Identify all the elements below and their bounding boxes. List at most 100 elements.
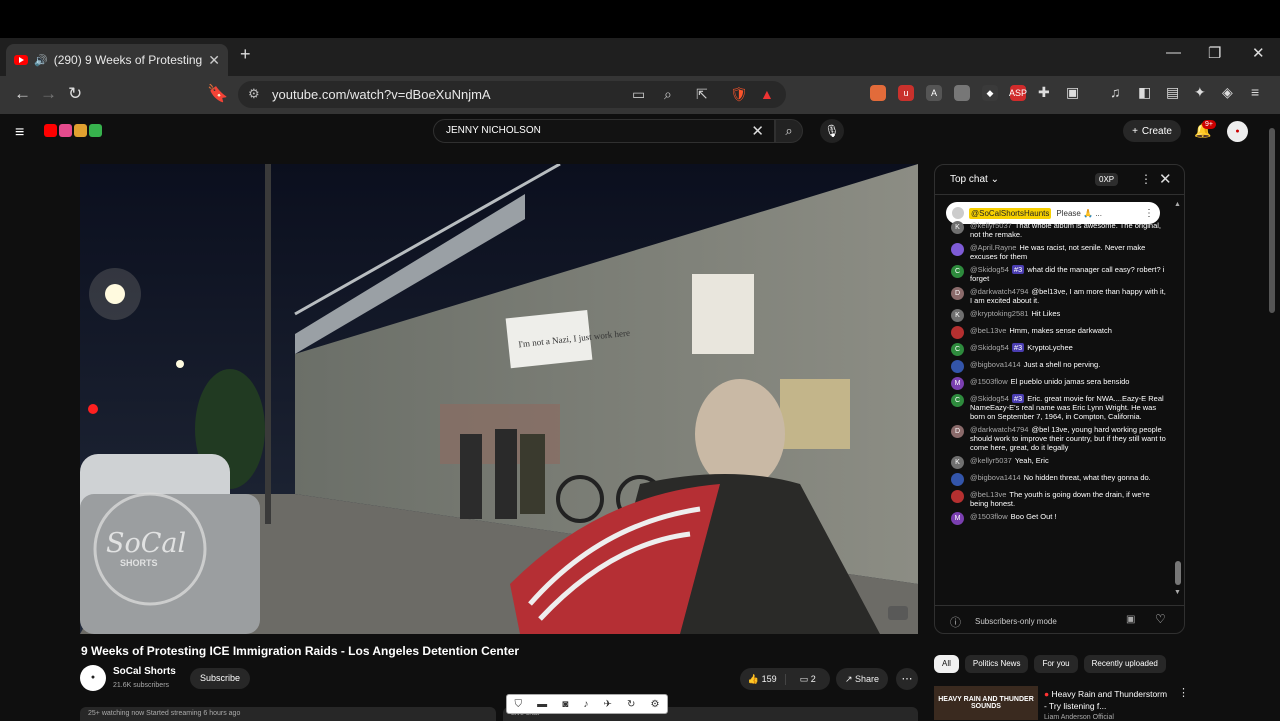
close-window-icon[interactable]: ✕ (1252, 44, 1265, 62)
site-info-icon[interactable]: ⚙ (248, 86, 260, 102)
minimize-icon[interactable]: — (1166, 44, 1181, 61)
guide-menu-icon[interactable]: ≡ (15, 124, 24, 142)
chat-username[interactable]: @1503flow (970, 512, 1008, 521)
chat-scrollbar[interactable]: ▲ ▼ (1174, 201, 1181, 601)
account-avatar[interactable]: ● (1227, 121, 1248, 142)
chat-avatar[interactable]: K (951, 456, 964, 469)
chat-message[interactable]: M @1503flow Boo Get Out ! (935, 510, 1177, 527)
restore-icon[interactable]: ❐ (1208, 44, 1221, 62)
menu-icon[interactable]: ≡ (1251, 84, 1259, 100)
chat-avatar[interactable]: K (951, 309, 964, 322)
forward-icon[interactable]: → (40, 84, 57, 104)
chat-username[interactable]: @kryptoking2581 (970, 309, 1028, 318)
chat-username[interactable]: @bigbova1414 (970, 473, 1021, 482)
chat-username[interactable]: @kellyr5037 (970, 456, 1012, 465)
wallet-icon[interactable]: ▤ (1166, 84, 1179, 101)
chat-message[interactable]: @beL13ve The youth is going down the drai… (935, 488, 1177, 510)
heart-icon[interactable]: ♡ (1155, 612, 1166, 626)
voice-search-button[interactable]: 🎙 (820, 119, 844, 143)
media-icon[interactable]: ♫ (1110, 84, 1121, 100)
ext-1-icon[interactable] (870, 85, 886, 101)
chat-message[interactable]: K @kryptoking2581 Hit Likes (935, 307, 1177, 324)
puzzle-icon[interactable]: ✚ (1038, 84, 1050, 101)
like-button[interactable]: 👍 159 (740, 673, 786, 685)
vpn-icon[interactable]: ◈ (1222, 84, 1233, 101)
xp-badge[interactable]: 0XP (1095, 173, 1119, 186)
chat-message[interactable]: K @kellyr5037 That whole album is awesome.… (935, 219, 1177, 241)
subscribe-button[interactable]: Subscribe (190, 668, 250, 689)
brave-shield-icon[interactable]: 🛡 (730, 86, 748, 103)
chat-username[interactable]: @April.Rayne (970, 243, 1016, 252)
chat-avatar[interactable]: M (951, 512, 964, 525)
ext-6-icon[interactable]: ASP (1009, 85, 1027, 101)
folder-icon[interactable]: ▬ (537, 699, 547, 710)
create-button[interactable]: + Create (1123, 120, 1181, 142)
share-page-icon[interactable]: ⇱ (696, 86, 708, 103)
chat-avatar[interactable] (951, 490, 964, 503)
more-actions-button[interactable]: ⋯ (896, 668, 918, 690)
audio-icon[interactable]: ♪ (583, 699, 588, 710)
chat-username[interactable]: @darkwatch4794 (970, 425, 1028, 434)
chat-avatar[interactable]: C (951, 394, 964, 407)
ext-3-icon[interactable]: A (926, 85, 942, 101)
chat-message[interactable]: @bigbova1414 No hidden threat, what they … (935, 471, 1177, 488)
sidebar-icon[interactable]: ◧ (1138, 84, 1151, 101)
chat-username[interactable]: @beL13ve (970, 490, 1006, 499)
chat-avatar[interactable]: C (951, 343, 964, 356)
chip-for-you[interactable]: For you (1034, 655, 1078, 673)
bookmark-icon[interactable]: 🔖 (207, 84, 228, 104)
chat-message[interactable]: C @Skidog54 #3 Eric. great movie for NWA...… (935, 392, 1177, 423)
clear-search-icon[interactable]: ✕ (751, 122, 764, 140)
new-tab-icon[interactable]: + (240, 44, 251, 65)
cast-icon[interactable]: ▭ (632, 86, 645, 103)
chat-username[interactable]: @Skidog54 (970, 265, 1009, 274)
chat-menu-icon[interactable]: ⋮ (1140, 172, 1152, 186)
ext-5-icon[interactable]: ◆ (982, 85, 998, 101)
chat-username[interactable]: @1503flow (970, 377, 1008, 386)
chip-all[interactable]: All (934, 655, 959, 673)
chat-message[interactable]: C @Skidog54 #3 KryptoLychee (935, 341, 1177, 358)
camera-icon[interactable]: ◙ (562, 699, 568, 710)
chat-username[interactable]: @beL13ve (970, 326, 1006, 335)
chat-username[interactable]: @Skidog54 (970, 343, 1009, 352)
chat-username[interactable]: @kellyr5037 (970, 221, 1012, 230)
recommended-thumbnail[interactable]: HEAVY RAIN AND THUNDER SOUNDS (934, 686, 1038, 720)
chat-message-list[interactable]: K @kellyr5037 That whole album is awesome.… (935, 219, 1177, 599)
tab-close-icon[interactable]: ✕ (208, 52, 220, 69)
chat-message[interactable]: D @darkwatch4794 @bel 13ve, young hard wor… (935, 423, 1177, 454)
chat-message[interactable]: @bigbova1414 Just a shell no perving. (935, 358, 1177, 375)
share-button[interactable]: ↗ Share (836, 668, 888, 690)
chat-avatar[interactable]: K (951, 221, 964, 234)
chat-message[interactable]: C @Skidog54 #3 what did the manager call ea… (935, 263, 1177, 285)
ext-4-icon[interactable] (954, 85, 970, 101)
chat-username[interactable]: @darkwatch4794 (970, 287, 1028, 296)
chip-politics-news[interactable]: Politics News (964, 655, 1029, 673)
screenshot-icon[interactable]: ▣ (1066, 84, 1079, 101)
chat-avatar[interactable] (951, 326, 964, 339)
chat-message[interactable]: M @1503flow El pueblo unido jamas sera ben… (935, 375, 1177, 392)
recommended-menu-icon[interactable]: ⋮ (1178, 686, 1189, 699)
chat-username[interactable]: @Skidog54 (970, 394, 1009, 403)
refresh-icon[interactable]: ↻ (627, 699, 635, 710)
channel-avatar[interactable]: ● (80, 665, 106, 691)
ext-2-icon[interactable]: u (898, 85, 914, 101)
chat-message[interactable]: D @darkwatch4794 @bel13ve, I am more than … (935, 285, 1177, 307)
brave-rewards-icon[interactable]: ▲ (760, 86, 774, 102)
back-icon[interactable]: ← (14, 84, 31, 104)
chat-avatar[interactable]: C (951, 265, 964, 278)
search-input[interactable]: JENNY NICHOLSON ✕ (433, 119, 775, 143)
chip-recently-uploaded[interactable]: Recently uploaded (1083, 655, 1166, 673)
video-player[interactable]: I'm not a Nazi, I just work here SoCal S… (80, 164, 918, 634)
info-icon[interactable]: ⓘ (950, 614, 961, 630)
zoom-icon[interactable]: ⌕ (664, 86, 672, 103)
gift-icon[interactable]: ▣ (1126, 614, 1135, 625)
chat-avatar[interactable]: D (951, 425, 964, 438)
speaker-icon[interactable]: 🔊 (34, 54, 48, 67)
reload-icon[interactable]: ↻ (68, 84, 82, 104)
chat-avatar[interactable] (951, 360, 964, 373)
leo-icon[interactable]: ✦ (1194, 84, 1206, 101)
youtube-logo[interactable] (44, 124, 102, 137)
chat-avatar[interactable] (951, 243, 964, 256)
chat-message[interactable]: @beL13ve Hmm, makes sense darkwatch (935, 324, 1177, 341)
search-button[interactable]: ⌕ (775, 119, 803, 143)
